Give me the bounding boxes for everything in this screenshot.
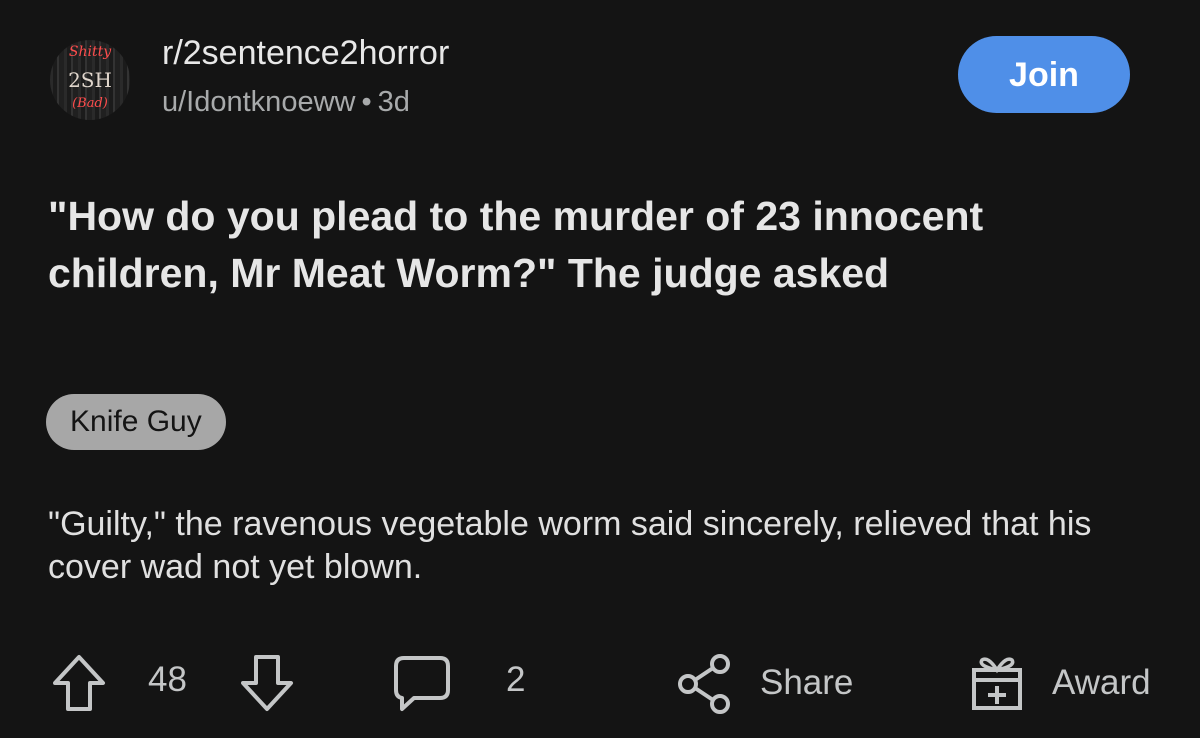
award-label: Award	[1052, 663, 1151, 702]
comments-button[interactable]	[392, 650, 452, 716]
author-link[interactable]: u/Idontknoeww	[162, 86, 355, 118]
award-button[interactable]: Award	[968, 650, 1151, 716]
post-title[interactable]: "How do you plead to the murder of 23 in…	[48, 188, 1158, 302]
share-icon	[678, 654, 730, 714]
subreddit-avatar[interactable]: Shitty 2SH (Bad)	[50, 40, 130, 120]
share-button[interactable]: Share	[676, 650, 853, 716]
join-button[interactable]: Join	[958, 36, 1130, 113]
avatar-text-bottom: (Bad)	[72, 96, 108, 111]
upvote-icon	[53, 655, 105, 711]
post-age: 3d	[377, 86, 410, 118]
vote-score: 48	[148, 660, 187, 699]
post-body: "Guilty," the ravenous vegetable worm sa…	[48, 505, 1092, 586]
share-label: Share	[760, 663, 854, 702]
downvote-icon	[241, 655, 293, 711]
post-meta: u/Idontknoeww • 3d	[162, 86, 410, 119]
post-flair[interactable]: Knife Guy	[46, 394, 226, 450]
avatar-text-top: Shitty	[68, 44, 112, 60]
subreddit-name[interactable]: r/2sentence2horror	[162, 34, 449, 73]
comment-count: 2	[506, 660, 526, 699]
upvote-button[interactable]	[50, 650, 108, 716]
award-icon	[972, 657, 1022, 710]
meta-separator: •	[361, 86, 372, 118]
comment-icon	[394, 656, 450, 711]
avatar-text-middle: 2SH	[68, 68, 112, 92]
downvote-button[interactable]	[238, 650, 296, 716]
